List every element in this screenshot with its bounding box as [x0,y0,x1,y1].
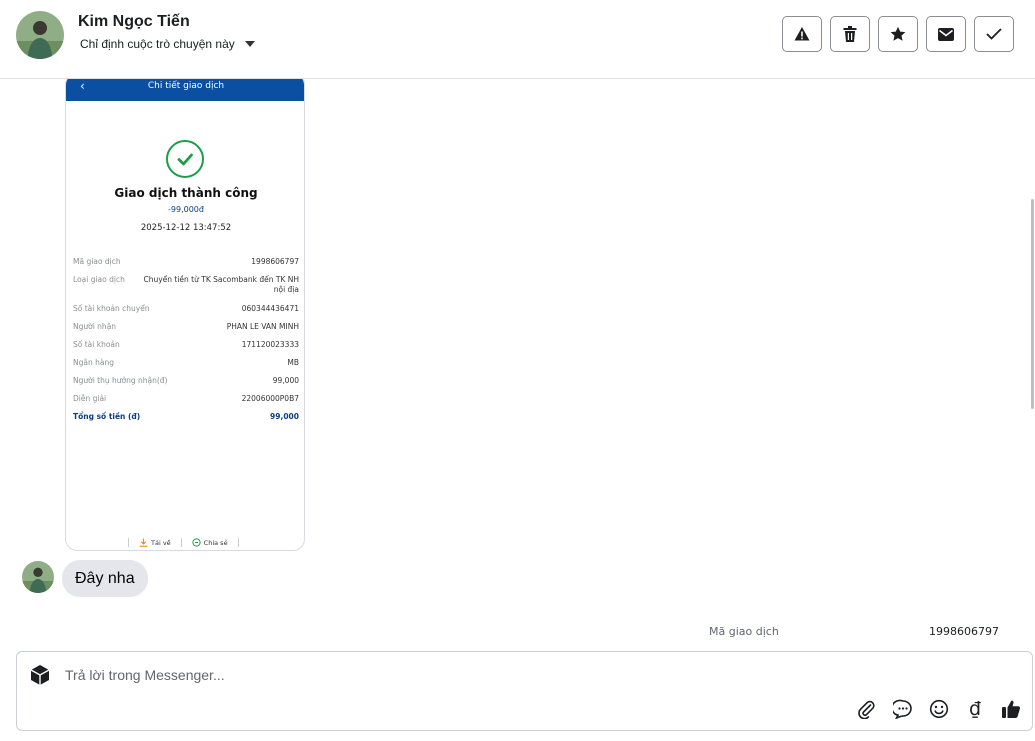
receipt-row-value: 060344436471 [241,304,299,313]
receipt-image-attachment[interactable]: ‹ Chi tiết giao dịch Giao dịch thành côn… [65,79,305,551]
peek-value: 1998606797 [929,625,999,638]
share-icon [192,538,201,547]
receipt-row: Loại giao dịch Chuyển tiền từ TK Sacomba… [73,275,299,295]
warning-icon [794,27,810,41]
receipt-top-bar: ‹ Chi tiết giao dịch [66,79,304,101]
receipt-row-label: Diễn giải [73,394,107,403]
receipt-row: Số tài khoản chuyển 060344436471 [73,304,299,314]
assign-label: Chỉ định cuộc trò chuyện này [80,37,235,51]
receipt-row: Số tài khoản 171120023333 [73,340,299,350]
receipt-row: Ngân hàng MB [73,358,299,368]
mark-done-button[interactable] [974,16,1014,52]
caret-down-icon [244,41,255,47]
receipt-row: Diễn giải 22006000P0B7 [73,394,299,404]
receipt-row-label: Số tài khoản [73,340,120,349]
star-button[interactable] [878,16,918,52]
receipt-row-value: MB [287,358,299,367]
receipt-amount: -99,000đ [168,205,204,214]
chat-bubble-icon [893,699,912,719]
mark-unread-button[interactable] [926,16,966,52]
receipt-bottom-actions: Tải về Chia sẻ [128,538,239,547]
receipt-row-label: Người nhận [73,322,117,331]
receipt-row-label: Mã giao dịch [73,257,121,266]
assign-conversation-dropdown[interactable]: Chỉ định cuộc trò chuyện này [80,37,255,51]
receipt-row-label: Số tài khoản chuyển [73,304,150,313]
envelope-icon [938,27,954,41]
receipt-download-label: Tải về [151,538,171,547]
peek-label: Mã giao dịch [709,625,779,638]
receipt-status: Giao dịch thành công [114,186,258,200]
saved-replies-button[interactable] [892,698,914,720]
star-icon [890,26,906,41]
receipt-row-label: Ngân hàng [73,358,114,367]
receipt-total-row: Tổng số tiền (đ) 99,000 [73,412,299,422]
receipt-row-value: 22006000P0B7 [241,394,299,403]
receipt-row: Người thụ hưởng nhận(đ) 99,000 [73,376,299,386]
thread-scrollbar[interactable] [1031,199,1034,409]
receipt-share-label: Chia sẻ [203,538,228,547]
conversation-header: Kim Ngọc Tiến Chỉ định cuộc trò chuyện n… [0,0,1035,79]
attach-button[interactable] [856,698,878,720]
message-bubble[interactable]: Đây nha [62,560,148,597]
thumbs-up-icon [1002,700,1021,718]
payment-request-button[interactable]: ₫ [964,698,986,720]
dong-icon: ₫ [968,698,982,720]
receipt-screen-title: Chi tiết giao dịch [147,81,225,91]
receipt-row-value: PHAN LE VAN MINH [226,322,299,331]
composer-tools: ₫ [856,698,1022,720]
receipt-row-value: 1998606797 [251,257,299,266]
paperclip-icon [858,700,875,719]
send-like-button[interactable] [1000,698,1022,720]
message-thread[interactable]: ‹ Chi tiết giao dịch Giao dịch thành côn… [0,79,1035,647]
messenger-platform-icon [29,664,51,691]
success-check-icon [166,140,204,178]
mark-spam-button[interactable] [782,16,822,52]
receipt-row: Mã giao dịch 1998606797 [73,257,299,267]
receipt-row: Người nhận PHAN LE VAN MINH [73,322,299,332]
receipt-row-label: Loại giao dịch [73,275,125,284]
contact-avatar[interactable] [16,11,64,59]
receipt-total-label: Tổng số tiền (đ) [73,412,141,421]
contact-name[interactable]: Kim Ngọc Tiến [78,13,190,31]
receipt-datetime: 2025-12-12 13:47:52 [140,223,232,233]
conversation-actions [782,16,1014,52]
receipt-row-label: Người thụ hưởng nhận(đ) [73,376,168,385]
emoji-button[interactable] [928,698,950,720]
reply-composer: ₫ [16,651,1033,731]
reply-input[interactable] [65,664,765,686]
sender-avatar[interactable] [22,561,54,593]
check-icon [986,28,1002,40]
messenger-inbox-window: Kim Ngọc Tiến Chỉ định cuộc trò chuyện n… [0,0,1035,741]
receipt-total-value: 99,000 [270,412,299,421]
trash-icon [843,26,857,42]
receipt-row-value: 99,000 [272,376,299,385]
receipt-download: Tải về [128,538,181,547]
delete-button[interactable] [830,16,870,52]
smiley-icon [929,699,949,719]
download-icon [139,538,148,547]
receipt-row-value: Chuyển tiền từ TK Sacombank đến TK NH nộ… [143,275,299,294]
receipt-share: Chia sẻ [180,538,239,547]
receipt-row-value: 171120023333 [241,340,299,349]
